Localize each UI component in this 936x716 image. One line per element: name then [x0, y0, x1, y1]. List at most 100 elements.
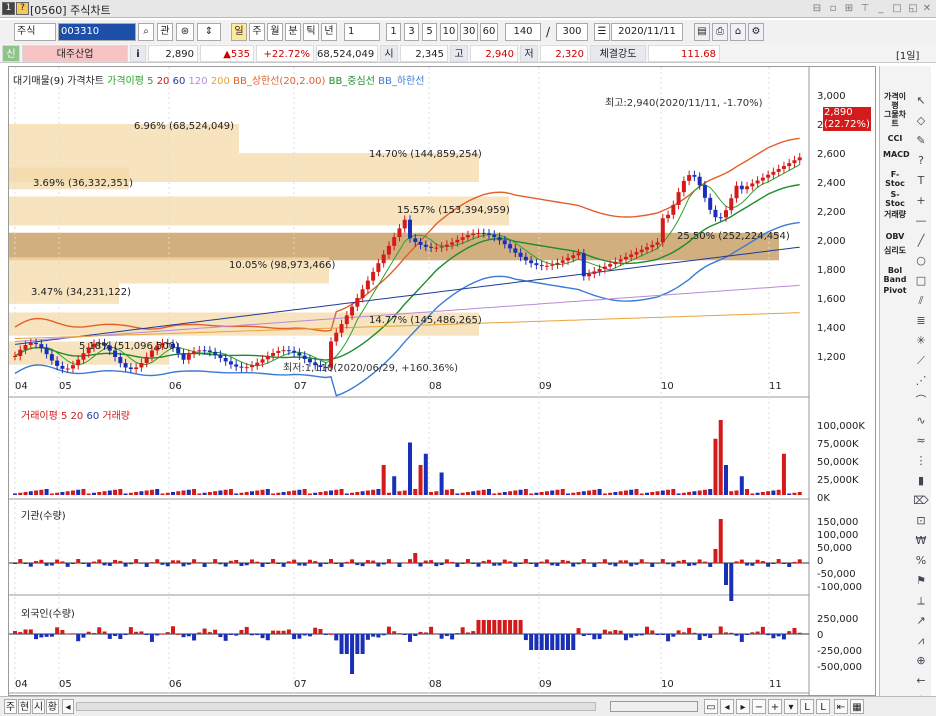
lock-tool-icon[interactable]: ⊡	[912, 512, 930, 530]
down-arrow-icon[interactable]: ▾	[784, 699, 798, 714]
ruler-icon[interactable]: ⟂	[912, 592, 930, 610]
period-day-button[interactable]: 일	[231, 23, 247, 41]
restore-icon[interactable]: ◱	[906, 2, 920, 15]
search-icon[interactable]: ⌕	[138, 23, 154, 41]
sidebar-btn-macd[interactable]: MACD	[883, 150, 910, 172]
trendline-icon[interactable]: ╱	[912, 232, 930, 250]
crosshair-icon[interactable]: +	[912, 192, 930, 210]
quick-period-10[interactable]: 10	[440, 23, 458, 41]
speedline-icon[interactable]: ⟋	[912, 352, 930, 370]
cycle-icon[interactable]: ≈	[912, 432, 930, 450]
gann-icon[interactable]: ✳	[912, 332, 930, 350]
close-icon[interactable]: ✕	[920, 2, 934, 15]
spin-icon[interactable]: ⇕	[197, 23, 221, 41]
cursor-icon[interactable]: ↖	[912, 92, 930, 110]
hline-icon[interactable]: —	[912, 212, 930, 230]
legend-bb-upper[interactable]: BB_상한선(20,2.00)	[233, 76, 325, 87]
fibo-icon[interactable]: ≣	[912, 312, 930, 330]
scroll-right-button[interactable]: ▸	[736, 699, 750, 714]
legend-price[interactable]: 가격차트	[67, 76, 104, 87]
eraser-icon[interactable]: ◇	[912, 112, 930, 130]
bottom-tab-3[interactable]: 황	[46, 699, 59, 714]
channel-icon[interactable]: ⫽	[912, 292, 930, 310]
period-line-icon[interactable]: ⋮	[912, 452, 930, 470]
arrow-tool-icon[interactable]: ↗	[912, 612, 930, 630]
magnify-icon[interactable]: ⊕	[912, 652, 930, 670]
chart-area[interactable]: 3,0002,8002,6002,4002,2002,0001,8001,600…	[8, 66, 877, 697]
settings-icon[interactable]: ☰	[594, 23, 610, 41]
legend-supply[interactable]: 대기매물(9)	[13, 76, 64, 87]
legend-ma200[interactable]: 200	[211, 76, 230, 87]
tab-icon[interactable]: ⊞	[842, 2, 856, 15]
sidebar-btn-sstoc[interactable]: S-Stoc	[883, 190, 907, 212]
zoom-out-icon[interactable]: −	[752, 699, 766, 714]
legend-volume[interactable]: 거래량	[102, 411, 130, 422]
related-button[interactable]: 관	[157, 23, 173, 41]
foreign-legend[interactable]: 외국인(수량)	[21, 605, 75, 620]
help-icon[interactable]: ?	[16, 2, 29, 15]
legend-vol-ma20[interactable]: 20	[71, 411, 84, 422]
period-minute-button[interactable]: 분	[285, 23, 301, 41]
bottom-tab-0[interactable]: 주	[4, 699, 17, 714]
h-scrollbar[interactable]	[76, 702, 596, 711]
legend-vol-ma60[interactable]: 60	[86, 411, 99, 422]
pin-icon[interactable]: ⊤	[858, 2, 872, 15]
count-input[interactable]: 140	[505, 23, 541, 41]
group-icon[interactable]: ⊛	[176, 23, 194, 41]
zigzag-icon[interactable]: ⩘	[912, 632, 930, 650]
code-input[interactable]: 003310	[58, 23, 136, 41]
print-icon[interactable]: ⎙	[712, 23, 728, 41]
legend-ma60[interactable]: 60	[173, 76, 186, 87]
quick-period-60[interactable]: 60	[480, 23, 498, 41]
wave-icon[interactable]: ∿	[912, 412, 930, 430]
scroll-left-button[interactable]: ◂	[720, 699, 734, 714]
maximize-icon[interactable]: □	[890, 2, 904, 15]
legend-bb-lower[interactable]: BB_하한선	[378, 76, 424, 87]
percent-icon[interactable]: %	[912, 552, 930, 570]
link-icon[interactable]: ⊟	[810, 2, 824, 15]
left-bracket-icon[interactable]: L	[800, 699, 814, 714]
legend-bb-mid[interactable]: BB_중심선	[329, 76, 375, 87]
legend-ma120[interactable]: 120	[189, 76, 208, 87]
question-icon[interactable]: ?	[912, 152, 930, 170]
circle-icon[interactable]: ○	[912, 252, 930, 270]
stock-chart-svg[interactable]: 3,0002,8002,6002,4002,2002,0001,8001,600…	[9, 67, 877, 697]
arrow-icon[interactable]: ▫	[826, 2, 840, 15]
config-icon[interactable]: ⚙	[748, 23, 764, 41]
back-arrow-icon[interactable]: ←	[912, 672, 930, 690]
sidebar-btn-pivot[interactable]: Pivot	[883, 286, 907, 308]
zoom-in-icon[interactable]: +	[768, 699, 782, 714]
save-icon[interactable]: ▤	[694, 23, 710, 41]
rect-icon[interactable]: □	[912, 272, 930, 290]
period-year-button[interactable]: 년	[321, 23, 337, 41]
legend-vol-ma5[interactable]: 거래이평 5	[21, 411, 67, 422]
quick-period-5[interactable]: 5	[422, 23, 437, 41]
lock-icon[interactable]: ⌂	[730, 23, 746, 41]
right-bracket-icon[interactable]: L	[816, 699, 830, 714]
info-icon[interactable]: i	[130, 45, 146, 62]
bottom-tab-2[interactable]: 시	[32, 699, 45, 714]
legend-ma5[interactable]: 가격이평 5	[107, 76, 153, 87]
sidebar-btn-volume[interactable]: 거래량	[883, 210, 907, 232]
sidebar-btn-net[interactable]: 그물차트	[883, 110, 907, 132]
fan-icon[interactable]: ⋰	[912, 372, 930, 390]
period-week-button[interactable]: 주	[249, 23, 265, 41]
quick-period-1[interactable]: 1	[386, 23, 401, 41]
text-tool-icon[interactable]: T	[912, 172, 930, 190]
date-picker[interactable]: 2020/11/11	[611, 23, 683, 41]
book-icon[interactable]: ▮	[912, 472, 930, 490]
scroll-left-icon[interactable]: ◂	[62, 699, 74, 714]
sidebar-btn-bollinger[interactable]: Bol Band	[883, 266, 907, 288]
period-input[interactable]: 1	[344, 23, 380, 41]
quick-period-3[interactable]: 3	[404, 23, 419, 41]
zoom-slider[interactable]	[610, 701, 698, 712]
stock-name[interactable]: 대주산업	[22, 45, 128, 62]
quick-period-30[interactable]: 30	[460, 23, 478, 41]
period-month-button[interactable]: 월	[267, 23, 283, 41]
brush-icon[interactable]: ⌦	[912, 492, 930, 510]
pencil-icon[interactable]: ✎	[912, 132, 930, 150]
sidebar-btn-psy[interactable]: 심리도	[883, 246, 907, 268]
market-select[interactable]: 주식	[14, 23, 56, 41]
grid-icon[interactable]: ▦	[850, 699, 864, 714]
zoom-minus-icon[interactable]: ▭	[704, 699, 718, 714]
